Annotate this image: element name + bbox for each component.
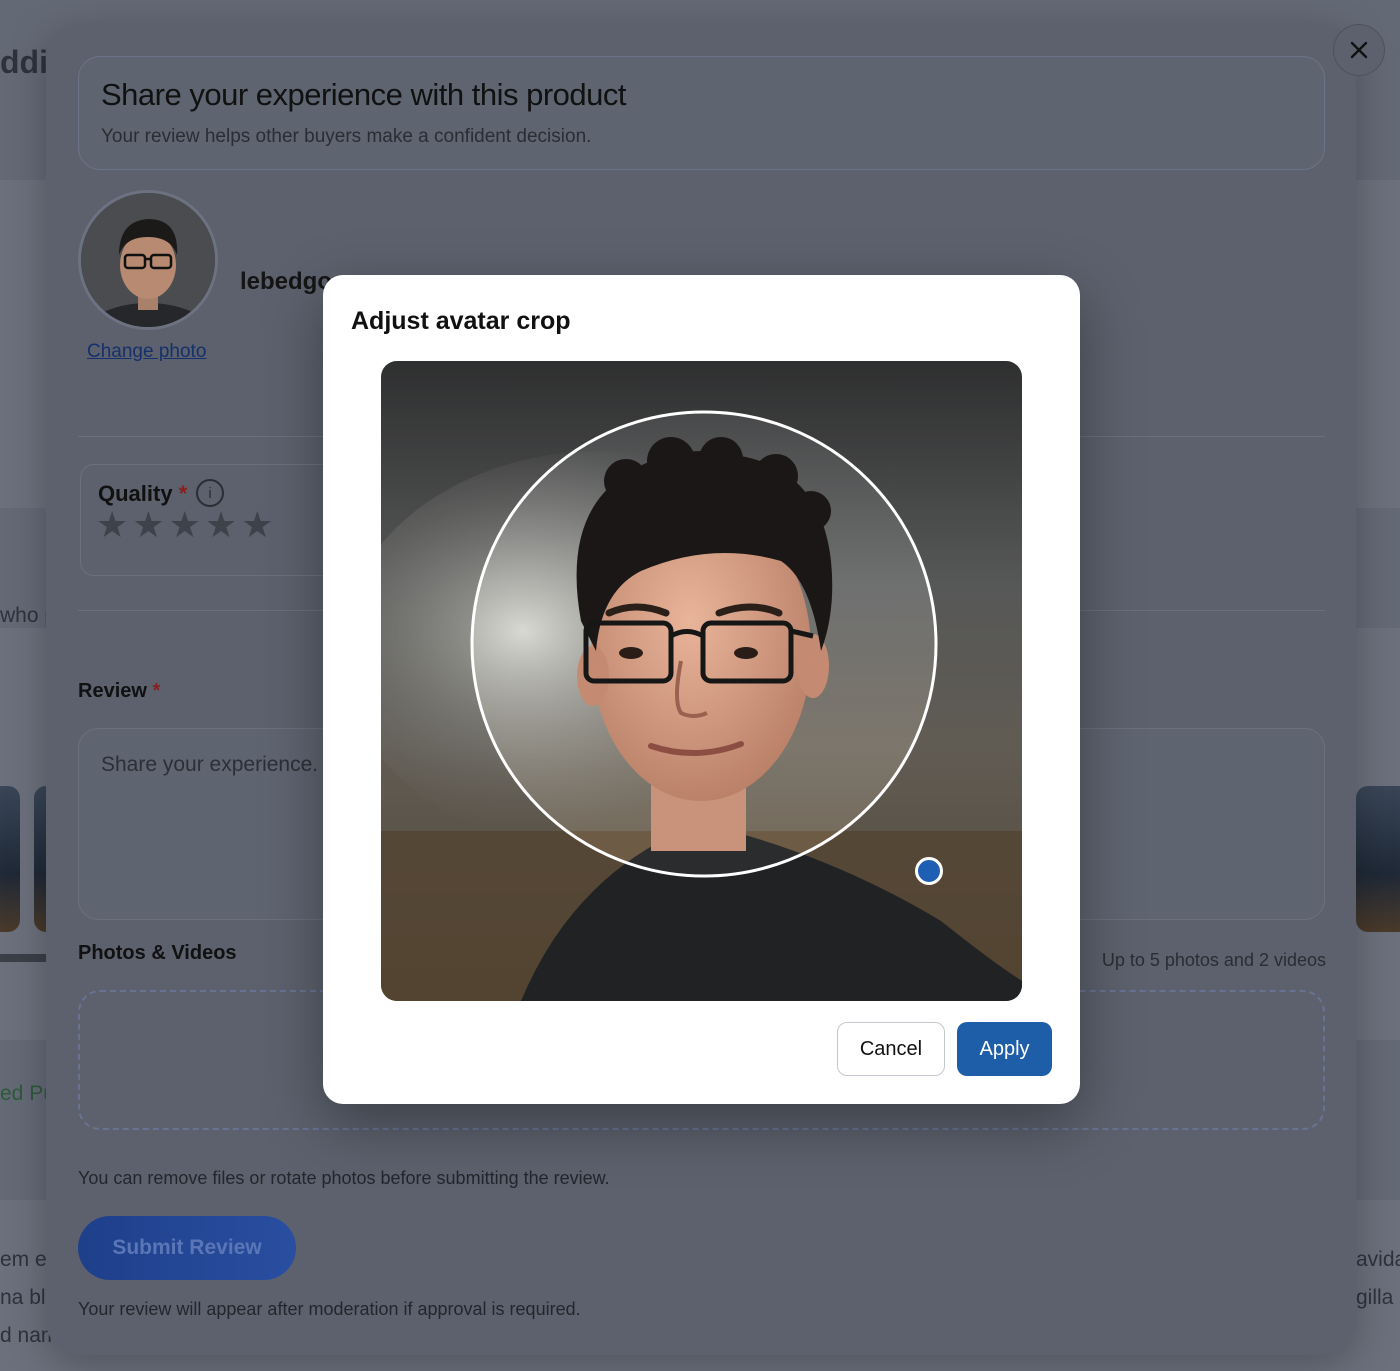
background-scrollbar (0, 954, 46, 962)
background-thumbnail (1356, 786, 1400, 932)
background-text: avida (1356, 1248, 1400, 1271)
change-photo-link[interactable]: Change photo (87, 341, 206, 363)
background-heading: ddi (0, 44, 48, 80)
star-icon[interactable]: ★ (132, 507, 164, 543)
username: lebedgo (240, 268, 333, 295)
star-icon[interactable]: ★ (241, 507, 273, 543)
moderation-note: Your review will appear after moderation… (78, 1299, 581, 1319)
avatar[interactable] (78, 190, 218, 330)
required-mark: * (178, 481, 188, 506)
review-label-text: Review (78, 680, 147, 702)
close-icon (1350, 41, 1368, 59)
info-icon[interactable]: i (196, 479, 224, 507)
intro-title: Share your experience with this product (101, 77, 627, 112)
submit-review-button[interactable]: Submit Review (78, 1216, 296, 1280)
crop-dialog: Adjust avatar crop Cancel Apply (323, 275, 1080, 1104)
background-text: em e (0, 1248, 47, 1271)
required-mark: * (152, 680, 161, 702)
intro-card: Share your experience with this product … (78, 56, 1325, 170)
crop-image (381, 361, 1022, 1001)
star-rating[interactable]: ★ ★ ★ ★ ★ (96, 507, 273, 543)
cancel-button[interactable]: Cancel (837, 1022, 945, 1076)
quality-label-text: Quality (98, 481, 173, 506)
star-icon[interactable]: ★ (169, 507, 201, 543)
star-icon[interactable]: ★ (205, 507, 237, 543)
star-icon[interactable]: ★ (96, 507, 128, 543)
media-label: Photos & Videos (78, 942, 237, 964)
intro-subtitle: Your review helps other buyers make a co… (101, 126, 592, 147)
review-label: Review * (78, 680, 160, 703)
background-text: gilla r (1356, 1286, 1400, 1309)
crop-area[interactable] (381, 361, 1022, 1001)
background-thumbnail (0, 786, 20, 932)
crop-resize-handle[interactable] (915, 857, 943, 885)
crop-dialog-title: Adjust avatar crop (351, 307, 571, 335)
close-button[interactable] (1333, 24, 1385, 76)
info-icon-glyph: i (208, 484, 212, 502)
quality-card: Quality * i ★ ★ ★ ★ ★ (80, 464, 340, 576)
review-placeholder: Share your experience. (101, 753, 319, 776)
upload-limit-hint: Up to 5 photos and 2 videos (1101, 950, 1326, 970)
files-note: You can remove files or rotate photos be… (78, 1168, 610, 1188)
apply-button[interactable]: Apply (957, 1022, 1052, 1076)
